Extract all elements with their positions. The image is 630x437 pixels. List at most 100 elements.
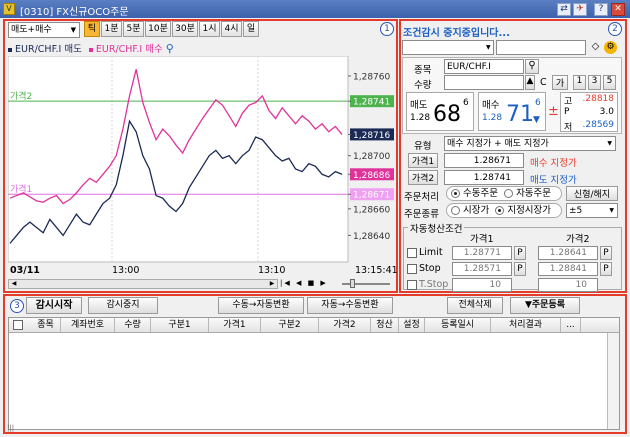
search-icon[interactable]: ⚲ <box>166 42 174 55</box>
table-column-header[interactable]: 구분2 <box>261 318 319 332</box>
y-tick-label: 1,28671 <box>353 191 390 201</box>
qty-5-button[interactable]: 5 <box>603 75 616 90</box>
qty-c: C <box>540 77 547 88</box>
y-tick-label: 1,28700 <box>353 152 390 162</box>
price2-input[interactable]: 1.28741 <box>444 170 524 185</box>
select-all-checkbox[interactable] <box>13 320 23 330</box>
eraser-icon[interactable]: ◇ <box>589 41 602 54</box>
col-price1: 가격1 <box>470 234 494 245</box>
help-icon[interactable]: ? <box>594 3 608 16</box>
table-column-header[interactable]: 수량 <box>115 318 151 332</box>
table-column-header[interactable]: 계좌번호 <box>61 318 115 332</box>
table-column-header[interactable]: 등록일시 <box>425 318 491 332</box>
symbol-select[interactable]: EUR/CHF.I <box>444 59 524 74</box>
account-select[interactable] <box>402 40 494 55</box>
new-close-button[interactable]: 신형/해지 <box>566 186 618 201</box>
table-column-header[interactable]: 설정 <box>399 318 425 332</box>
buy-price-box[interactable]: 매수 1.28 71 6 ▼ <box>478 92 546 131</box>
table-column-header[interactable]: 청산 <box>371 318 399 332</box>
table-column-header[interactable]: ... <box>561 318 581 332</box>
sell-price-box[interactable]: 매도 1.28 68 6 <box>406 92 474 131</box>
settle-p1-button[interactable]: P <box>514 262 526 276</box>
qty-1-button[interactable]: 1 <box>573 75 586 90</box>
account-name-field[interactable] <box>496 40 586 55</box>
settle-price2-input[interactable]: 10 <box>538 278 598 292</box>
scroll-left-icon[interactable]: ◀ <box>9 280 19 288</box>
table-column-header[interactable]: 가격2 <box>319 318 371 332</box>
settle-price1-input[interactable]: 10 <box>452 278 512 292</box>
interval-tab[interactable]: 30분 <box>172 21 198 37</box>
qty-ga-button[interactable]: 가 <box>552 75 568 90</box>
table-column-header[interactable]: 처리결과 <box>491 318 561 332</box>
chevron-down-icon: ▼ <box>486 44 491 51</box>
scroll-right-icon[interactable]: ▶ <box>267 280 277 288</box>
settle-p2-button[interactable]: P <box>600 246 612 260</box>
search-icon[interactable]: ⚲ <box>525 59 539 74</box>
order-process-radio[interactable]: 수동주문 자동주문 <box>446 186 562 201</box>
settle-checkbox[interactable] <box>407 264 417 274</box>
table-scrollbar[interactable] <box>607 333 619 429</box>
interval-tab[interactable]: 일 <box>243 21 259 37</box>
settle-row-label: T.Stop <box>419 279 449 290</box>
gear-icon[interactable]: ⚙ <box>604 41 617 54</box>
register-order-button[interactable]: ▼주문등록 <box>510 297 580 314</box>
spread-icon: ± <box>548 104 559 119</box>
table-column-header[interactable]: 구분1 <box>151 318 209 332</box>
close-icon[interactable]: ✕ <box>611 3 625 16</box>
settle-price1-input[interactable]: 1.28771 <box>452 246 512 260</box>
settle-p1-button[interactable]: P <box>514 246 526 260</box>
qty-stepper[interactable]: ▲ <box>525 75 535 90</box>
resize-grip[interactable]: ||| <box>3 424 627 434</box>
window-title: [0310] FX신규OCO주문 <box>20 7 129 18</box>
radio-market[interactable] <box>451 206 460 215</box>
x-label-1300: 13:00 <box>112 265 140 276</box>
col-price2: 가격2 <box>566 234 590 245</box>
settle-price1-input[interactable]: 1.28571 <box>452 262 512 276</box>
pin-icon[interactable]: ✈ <box>573 3 587 16</box>
price2-button[interactable]: 가격2 <box>408 170 438 185</box>
qty-3-button[interactable]: 3 <box>588 75 601 90</box>
radio-designated-market[interactable] <box>495 206 505 215</box>
stop-watch-button[interactable]: 감시중지 <box>88 297 158 314</box>
radio-auto[interactable] <box>504 189 514 198</box>
interval-tab[interactable]: 1분 <box>101 21 122 37</box>
settle-row-label: Limit <box>419 247 443 258</box>
delete-all-button[interactable]: 전체삭제 <box>447 297 503 314</box>
buy-label: 매수 <box>482 100 500 111</box>
sell-price-small: 1.28 <box>410 113 431 123</box>
type-select[interactable]: 매수 지정가 + 매도 지정가 ▼ <box>444 136 616 151</box>
auto-settle-title: 자동청산조건 <box>408 221 465 235</box>
order-type-step[interactable]: ±5 ▼ <box>566 203 618 218</box>
interval-tab[interactable]: 틱 <box>84 21 100 37</box>
interval-tab[interactable]: 5분 <box>123 21 144 37</box>
qty-label: 수량 <box>414 80 432 91</box>
start-watch-button[interactable]: 감시시작 <box>26 297 82 314</box>
side-select[interactable]: 매도+매수 ▼ <box>8 22 80 38</box>
price1-button[interactable]: 가격1 <box>408 153 438 168</box>
qty-input[interactable] <box>444 75 524 90</box>
order-type-radio[interactable]: 시장가 지정시장가 <box>446 203 562 218</box>
settle-p2-button[interactable]: P <box>600 262 612 276</box>
manual-to-auto-button[interactable]: 수동→자동변환 <box>218 297 304 314</box>
playback-controls[interactable]: |◀ ◀ ■ ▶ <box>280 279 340 290</box>
settle-checkbox[interactable] <box>407 248 417 258</box>
low-label: 저 <box>564 123 573 133</box>
title-bar: V [0310] FX신규OCO주문 ⇄ ✈ ? ✕ <box>0 0 630 18</box>
x-label-now: 13:15:41 <box>355 265 398 276</box>
auto-to-manual-button[interactable]: 자동→수동변환 <box>307 297 393 314</box>
settle-price2-input[interactable]: 1.28841 <box>538 262 598 276</box>
price2-desc: 매도 지정가 <box>530 175 577 186</box>
zoom-slider[interactable] <box>342 279 390 288</box>
interval-tab[interactable]: 10분 <box>145 21 171 37</box>
table-column-header[interactable]: 가격1 <box>209 318 261 332</box>
price1-input[interactable]: 1.28671 <box>444 153 524 168</box>
link-icon[interactable]: ⇄ <box>557 3 571 16</box>
settle-price2-input[interactable]: 1.28641 <box>538 246 598 260</box>
interval-tab[interactable]: 1시 <box>199 21 220 37</box>
settle-checkbox[interactable] <box>407 280 417 290</box>
table-column-header[interactable]: 종목 <box>31 318 61 332</box>
settle-row-label: Stop <box>419 263 441 274</box>
radio-manual[interactable] <box>451 189 460 198</box>
chart-scrollbar[interactable]: ◀ ▶ <box>8 279 278 289</box>
interval-tab[interactable]: 4시 <box>221 21 242 37</box>
